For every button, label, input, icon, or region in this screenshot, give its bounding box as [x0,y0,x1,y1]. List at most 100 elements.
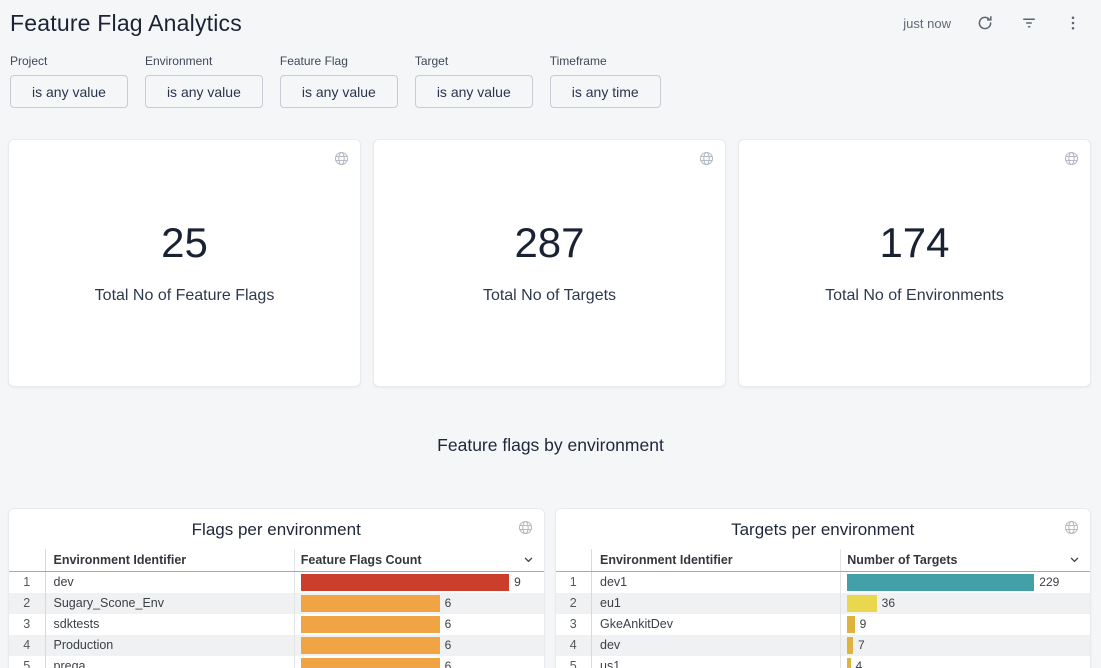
filter-timeframe: Timeframeis any time [550,54,661,108]
table-title: Flags per environment [9,509,544,549]
data-bar [301,637,440,654]
tile-targets-per-environment: Targets per environmentEnvironment Ident… [555,508,1092,668]
table-row: 5prega 6 [9,656,544,668]
value-cell[interactable]: 6 [294,635,543,656]
filter-value-button[interactable]: is any value [10,75,128,108]
environment-cell[interactable]: sdktests [45,614,294,635]
bar-value-label: 229 [1039,575,1059,589]
row-index: 5 [9,656,45,668]
filter-value-button[interactable]: is any value [280,75,398,108]
kpi-card-total-no-of-environments: 174 Total No of Environments [738,139,1091,387]
last-refreshed-label: just now [903,16,951,31]
kpi-value: 25 [161,222,208,264]
environment-cell[interactable]: Sugary_Scone_Env [45,593,294,614]
dashboard-header: Feature Flag Analytics just now [0,0,1101,38]
table-row: 5us1 4 [556,656,1091,668]
chevron-down-icon[interactable] [521,552,536,567]
environment-cell[interactable]: GkeAnkitDev [592,614,841,635]
kpi-value: 287 [514,222,584,264]
environment-cell[interactable]: dev [45,572,294,593]
bar-value-label: 4 [856,659,863,668]
row-index: 4 [556,635,592,656]
table-row: 1dev9 [9,572,544,593]
data-bar [847,637,853,654]
row-index: 4 [9,635,45,656]
environment-cell[interactable]: dev [592,635,841,656]
value-cell[interactable]: 6 [294,656,543,668]
environment-cell[interactable]: eu1 [592,593,841,614]
row-index: 2 [556,593,592,614]
bar-value-label: 36 [882,596,895,610]
table-row: 3GkeAnkitDev9 [556,614,1091,635]
filters-toggle-button[interactable] [1019,13,1039,33]
page-title: Feature Flag Analytics [10,10,242,37]
filter-feature-flag: Feature Flag is any value [280,54,398,108]
value-cell[interactable]: 9 [294,572,543,593]
column-header-value[interactable]: Number of Targets [841,549,1090,572]
filter-label: Project [10,54,128,68]
column-header-environment[interactable]: Environment Identifier [45,549,294,572]
kpi-label: Total No of Targets [483,287,616,305]
value-cell[interactable]: 9 [841,614,1090,635]
filter-bar: Project is any value Environment is any val… [10,54,1101,108]
filter-project: Project is any value [10,54,128,108]
filter-value-button[interactable]: is any value [415,75,533,108]
tables-row: Flags per environmentEnvironment Identif… [8,508,1091,668]
kpi-label: Total No of Feature Flags [95,287,275,305]
row-index: 1 [556,572,592,593]
globe-icon [1063,150,1080,167]
filter-target: Target is any value [415,54,533,108]
kpi-row: 25 Total No of Feature Flags 287 Total No o… [8,139,1091,387]
tile-flags-per-environment: Flags per environmentEnvironment Identif… [8,508,545,668]
filter-label: Feature Flag [280,54,398,68]
environment-cell[interactable]: Production [45,635,294,656]
value-cell[interactable]: 6 [294,614,543,635]
column-header-label: Feature Flags Count [301,553,422,567]
table-row: 4Production6 [9,635,544,656]
filter-label: Target [415,54,533,68]
environment-cell[interactable]: us1 [592,656,841,668]
environment-cell[interactable]: dev1 [592,572,841,593]
globe-icon [333,150,350,167]
data-bar [847,616,854,633]
environment-cell[interactable]: prega [45,656,294,668]
value-cell[interactable]: 36 [841,593,1090,614]
filter-environment: Environment is any value [145,54,263,108]
row-index: 5 [556,656,592,668]
value-cell[interactable]: 229 [841,572,1090,593]
globe-icon [698,150,715,167]
data-table: Environment Identifier Feature Flags Coun… [9,549,544,668]
data-bar [847,658,850,668]
data-bar [847,574,1034,591]
column-header-environment[interactable]: Environment Identifier [592,549,841,572]
kpi-label: Total No of Environments [825,287,1004,305]
kpi-value: 174 [879,222,949,264]
refresh-button[interactable] [975,13,995,33]
value-cell[interactable]: 7 [841,635,1090,656]
more-options-button[interactable] [1063,13,1083,33]
data-bar [301,595,440,612]
column-header-value[interactable]: Feature Flags Count [294,549,543,572]
table-row: 4dev 7 [556,635,1091,656]
filter-value-button[interactable]: is any value [145,75,263,108]
value-cell[interactable]: 6 [294,593,543,614]
value-cell[interactable]: 4 [841,656,1090,668]
table-row: 2eu1 36 [556,593,1091,614]
chevron-down-icon[interactable] [1067,552,1082,567]
row-index: 3 [9,614,45,635]
bar-value-label: 6 [445,659,452,668]
data-bar [301,616,440,633]
row-index: 2 [9,593,45,614]
bar-value-label: 9 [860,617,867,631]
data-bar [301,658,440,668]
globe-icon [517,519,534,536]
bar-value-label: 7 [858,638,865,652]
filter-label: Environment [145,54,263,68]
table-row: 2Sugary_Scone_Env 6 [9,593,544,614]
filter-value-button[interactable]: is any time [550,75,661,108]
table-row: 3sdktests6 [9,614,544,635]
bar-value-label: 6 [445,596,452,610]
header-controls: just now [903,13,1083,33]
table-row: 1dev1 229 [556,572,1091,593]
table-title: Targets per environment [556,509,1091,549]
